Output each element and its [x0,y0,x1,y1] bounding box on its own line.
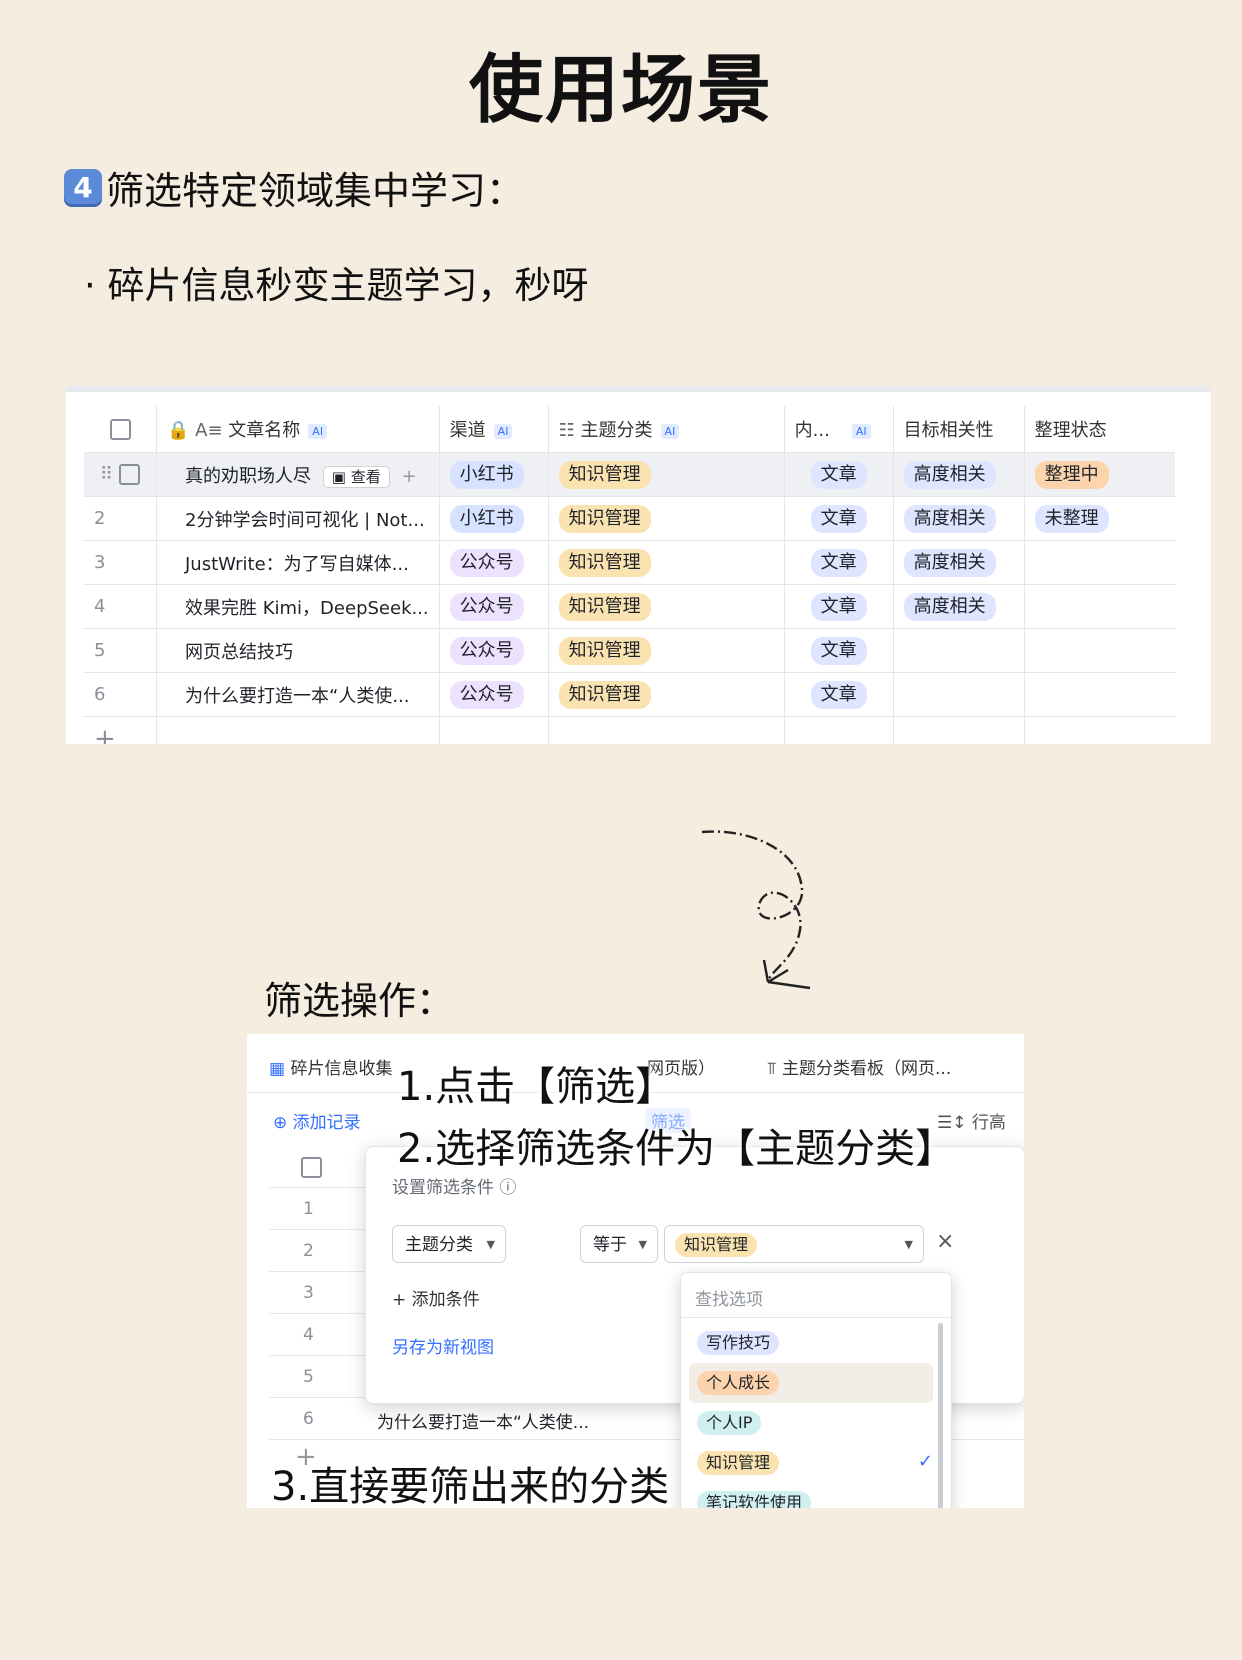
tab-topic-board[interactable]: ⫪ 主题分类看板（网页... [767,1054,951,1079]
row-title: 为什么要打造一本“人类使... [377,1413,590,1433]
step-one-label: 1.点击【筛选】 [397,1064,676,1110]
step-three-label: 3.直接要筛出来的分类 [271,1464,670,1508]
col-header-type[interactable]: 内... AI [783,406,894,453]
channel-tag: 公众号 [449,636,524,665]
lock-icon: 🔒 [167,420,190,441]
type-tag: 文章 [810,592,867,621]
option-search-input[interactable]: 查找选项 [681,1273,951,1318]
toolbar-strip [66,386,1211,392]
channel-tag: 小红书 [449,504,524,533]
option-item[interactable]: 知识管理 ✓ [689,1443,933,1483]
bullet-point: · 碎片信息秒变主题学习，秒呀 [84,264,589,307]
topic-tag: 知识管理 [558,592,651,621]
text-type-icon: A≡ [195,420,223,441]
filter-steps-heading: 筛选操作： [264,979,455,1023]
table-header-row: 🔒 A≡ 文章名称 AI 渠道 AI ☷ 主题分类 AI 内... AI 目标相关性 整… [84,406,1175,453]
option-item[interactable]: 写作技巧 [689,1323,933,1363]
keycap-four-icon: 4 [64,168,102,207]
topic-tag: 知识管理 [558,636,651,665]
filter-screenshot: ▦ 碎片信息收集 网页版） ⫪ 主题分类看板（网页... ⊕ 添加记录 筛选 ☰… [247,1034,1024,1508]
relevance-tag: 高度相关 [903,504,996,533]
table-row[interactable]: 4 效果完胜 Kimi，DeepSeek... 公众号 知识管理 文章 高度相关 [84,584,1175,629]
scrollbar[interactable] [938,1323,943,1508]
curved-arrow-icon [701,830,811,990]
relevance-tag: 高度相关 [903,548,996,577]
step-two-label: 2.选择筛选条件为【主题分类】 [397,1126,956,1172]
channel-tag: 公众号 [449,592,524,621]
status-tag: 未整理 [1034,504,1109,533]
type-tag: 文章 [810,636,867,665]
col-header-name[interactable]: 🔒 A≡ 文章名称 AI [156,406,440,453]
row-number: 6 [84,672,157,717]
option-item[interactable]: 笔记软件使用 [689,1483,933,1508]
add-record-button[interactable]: ⊕ 添加记录 [273,1108,361,1133]
row-number: 3 [84,540,157,585]
check-icon: ✓ [917,1451,933,1472]
page-title: 使用场景 [469,47,773,133]
row-number: 2 [84,496,157,541]
relevance-tag: 高度相关 [903,592,996,621]
drag-handle-icon[interactable]: ⠿ [100,464,113,485]
channel-tag: 公众号 [449,680,524,709]
channel-tag: 公众号 [449,548,524,577]
topic-tag: 知识管理 [558,504,651,533]
table-row[interactable]: ⠿ 真的劝职场人尽 ▣ 查看 + 小红书 知识管理 文章 高度相关 整理中 [84,452,1175,497]
data-table: 🔒 A≡ 文章名称 AI 渠道 AI ☷ 主题分类 AI 内... AI 目标相关性 整… [84,406,1175,744]
filter-panel-heading: 设置筛选条件 ⓘ [392,1178,517,1198]
row-number: 4 [84,584,157,629]
topic-tag: 知识管理 [558,680,651,709]
tab-fragment-collection[interactable]: ▦ 碎片信息收集 [269,1054,392,1079]
type-tag: 文章 [810,680,867,709]
table-screenshot: 🔒 A≡ 文章名称 AI 渠道 AI ☷ 主题分类 AI 内... AI 目标相关性 整… [66,386,1211,744]
row-checkbox[interactable] [119,464,141,486]
relevance-tag: 高度相关 [903,460,996,489]
channel-tag: 小红书 [449,460,524,489]
col-header-relevance[interactable]: 目标相关性 [892,406,1025,453]
table-row[interactable]: 6 为什么要打造一本“人类使... 公众号 知识管理 文章 [84,672,1175,717]
type-tag: 文章 [810,504,867,533]
remove-condition-icon[interactable]: × [936,1229,954,1254]
type-tag: 文章 [810,460,867,489]
value-select[interactable]: 知识管理 ▼ [664,1225,924,1263]
table-row[interactable]: 5 网页总结技巧 公众号 知识管理 文章 [84,628,1175,673]
option-dropdown: 查找选项 写作技巧 个人成长 个人IP 知识管理 ✓ 笔记软件使用 [680,1272,952,1508]
topic-tag: 知识管理 [558,548,651,577]
status-tag: 整理中 [1034,460,1109,489]
table-row[interactable]: 2 2分钟学会时间可视化 | Not... 小红书 知识管理 文章 高度相关 未… [84,496,1175,541]
list-icon: ☷ [558,420,575,441]
row-number: 5 [84,628,157,673]
grid-icon: ▦ [269,1059,286,1079]
col-header-channel[interactable]: 渠道 AI [438,406,549,453]
option-item[interactable]: 个人IP [689,1403,933,1443]
section-heading: 4 筛选特定领域集中学习： [64,160,524,215]
type-tag: 文章 [810,548,867,577]
operator-select[interactable]: 等于 ▼ [580,1225,658,1263]
col-header-topic[interactable]: ☷ 主题分类 AI [547,406,785,453]
ai-badge: AI [493,423,513,439]
add-condition-button[interactable]: + 添加条件 [392,1285,480,1310]
section-heading-text: 筛选特定领域集中学习： [106,169,525,213]
ai-badge: AI [660,423,680,439]
select-all-checkbox[interactable] [84,406,157,453]
add-row[interactable]: + [84,716,1175,745]
add-icon[interactable]: + [401,466,416,487]
topic-tag: 知识管理 [558,460,651,489]
view-button[interactable]: ▣ 查看 [322,465,390,488]
caret-down-icon: ▼ [638,1238,647,1251]
select-all-checkbox[interactable] [301,1157,322,1178]
field-select[interactable]: 主题分类 ▼ [392,1225,506,1263]
plus-circle-icon: ⊕ [273,1113,288,1133]
add-row-icon[interactable]: + [84,717,157,745]
caret-down-icon: ▼ [486,1238,495,1251]
help-icon[interactable]: ⓘ [499,1178,516,1198]
ai-badge: AI [851,423,871,439]
ai-badge: AI [308,423,328,439]
board-icon: ⫪ [767,1059,777,1079]
save-as-view-link[interactable]: 另存为新视图 [392,1333,494,1358]
table-row[interactable]: 3 JustWrite：为了写自媒体... 公众号 知识管理 文章 高度相关 [84,540,1175,585]
col-header-status[interactable]: 整理状态 [1023,406,1175,453]
option-item[interactable]: 个人成长 [689,1363,933,1403]
caret-down-icon: ▼ [904,1238,913,1251]
